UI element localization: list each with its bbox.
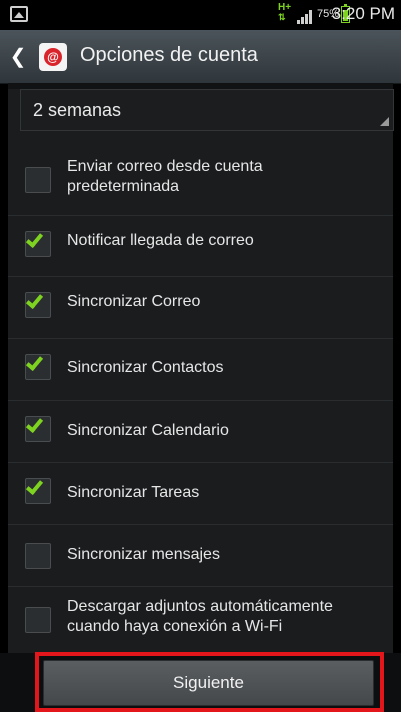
option-label-line: predeterminada	[67, 178, 180, 195]
checkbox[interactable]	[25, 607, 51, 633]
status-bar: H+ ⇅ 75% 3:20 PM	[0, 0, 401, 30]
option-download-attachments[interactable]: Descargar adjuntos automáticamente cuand…	[8, 587, 393, 653]
signal-strength-icon	[297, 8, 315, 24]
highlight-annotation	[35, 652, 384, 712]
option-label-line: Enviar correo desde cuenta	[67, 158, 263, 175]
back-chevron-icon[interactable]: ❮	[6, 46, 30, 68]
page-title: Opciones de cuenta	[80, 44, 258, 66]
email-app-icon[interactable]: @	[39, 43, 67, 71]
option-label: Sincronizar Contactos	[67, 359, 224, 376]
option-label: Sincronizar Correo	[67, 293, 201, 310]
checkbox[interactable]	[25, 167, 51, 193]
option-label: Sincronizar Tareas	[67, 484, 200, 501]
sync-interval-select[interactable]: 2 semanas	[20, 89, 394, 131]
clock: 3:20 PM	[331, 4, 395, 23]
option-label: Enviar correo desde cuenta predeterminad…	[67, 157, 263, 197]
option-label: Sincronizar mensajes	[67, 546, 220, 563]
checkbox[interactable]	[25, 290, 51, 318]
option-sync-mail[interactable]: Sincronizar Correo	[8, 277, 393, 339]
option-sync-tasks[interactable]: Sincronizar Tareas	[8, 463, 393, 525]
checkbox[interactable]	[25, 543, 51, 569]
option-sync-contacts[interactable]: Sincronizar Contactos	[8, 339, 393, 401]
option-label: Descargar adjuntos automáticamente cuand…	[67, 597, 333, 637]
sync-interval-value: 2 semanas	[33, 100, 122, 120]
option-label: Notificar llegada de correo	[67, 232, 254, 249]
option-send-default[interactable]: Enviar correo desde cuenta predeterminad…	[8, 145, 393, 216]
action-bar: ❮ @ Opciones de cuenta	[0, 30, 401, 84]
option-label-line: Descargar adjuntos automáticamente	[67, 598, 333, 615]
network-type-icon: H+ ⇅	[278, 2, 292, 22]
checkbox[interactable]	[25, 476, 51, 504]
checkbox[interactable]	[25, 229, 51, 257]
option-label-line: cuando haya conexión a Wi-Fi	[67, 618, 283, 635]
image-notification-icon	[10, 6, 28, 22]
option-sync-messages[interactable]: Sincronizar mensajes	[8, 525, 393, 587]
option-notify-arrival[interactable]: Notificar llegada de correo	[8, 216, 393, 277]
checkbox[interactable]	[25, 352, 51, 380]
dropdown-corner-icon	[380, 117, 389, 126]
option-label: Sincronizar Calendario	[67, 422, 229, 439]
option-sync-calendar[interactable]: Sincronizar Calendario	[8, 401, 393, 463]
checkbox[interactable]	[25, 414, 51, 442]
